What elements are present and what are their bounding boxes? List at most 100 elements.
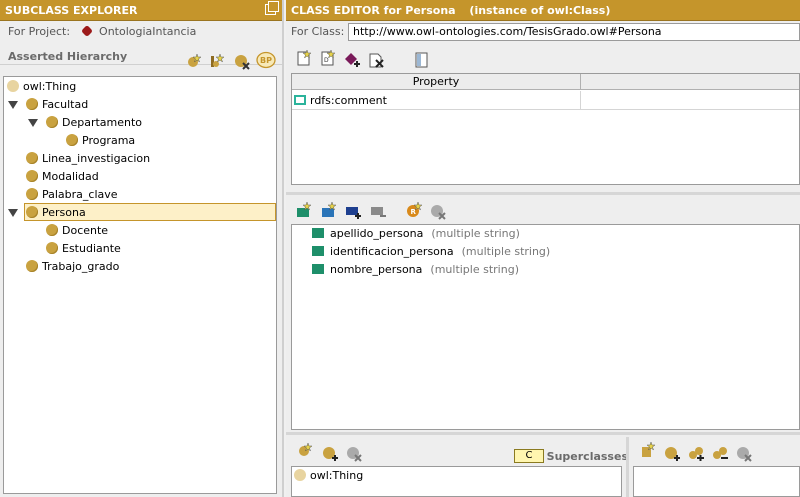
create-slot-icon[interactable] [296,202,312,218]
create-object-slot-icon[interactable] [321,202,337,218]
slot-type: (multiple string) [431,227,520,240]
tree-node-label: Persona [42,206,86,219]
add-slot-icon[interactable] [345,204,361,220]
new-datatype-annotation-icon[interactable]: D [320,50,336,66]
remove-disjoint-class-icon[interactable] [736,446,752,462]
bp-badge-text: BP [260,56,272,65]
class-editor-title: CLASS EDITOR for Persona [291,4,456,17]
class-icon [294,469,306,481]
for-class-label: For Class: [291,25,345,38]
class-editor-panel: CLASS EDITOR for Persona (instance of ow… [286,0,800,497]
restriction-icon[interactable]: R [406,202,422,218]
tree-node-label: Programa [82,134,136,147]
expand-arrow-icon[interactable] [8,101,18,109]
add-instance-icon[interactable] [344,52,360,68]
table-cell-value[interactable] [581,91,799,110]
class-icon [26,260,38,272]
view-metadata-icon[interactable] [414,52,430,68]
tree-node[interactable]: Estudiante [46,240,121,258]
tree-node-label: owl:Thing [23,80,77,93]
section-divider [286,192,800,195]
annotation-property-icon [294,95,306,105]
add-disjoint-sibling-icon[interactable] [688,446,704,462]
delete-restriction-icon[interactable] [430,204,446,220]
tree-node[interactable]: owl:Thing [7,78,76,96]
disjoint-classes-pane [630,437,800,497]
superclasses-list[interactable]: owl:Thing [291,466,622,497]
class-hierarchy-tree[interactable]: owl:Thing Facultad Departamento Programa… [3,76,277,494]
delete-annotation-icon[interactable] [368,52,384,68]
class-icon [46,224,58,236]
tree-node[interactable]: Trabajo_grado [26,258,119,276]
for-class-field[interactable]: http://www.owl-ontologies.com/TesisGrado… [348,23,800,41]
remove-disjoint-sibling-icon[interactable] [712,446,728,462]
pane-divider [626,437,629,497]
tree-node-selected[interactable]: Persona [8,203,276,221]
remove-slot-icon[interactable] [370,204,386,220]
add-superclass-icon[interactable] [297,442,313,458]
create-disjoint-class-icon[interactable] [640,442,656,458]
list-item[interactable]: apellido_persona (multiple string) [312,225,520,243]
for-class-row: For Class: http://www.owl-ontologies.com… [286,21,800,42]
class-icon [26,170,38,182]
add-disjoint-class-icon[interactable] [664,446,680,462]
tree-node[interactable]: Palabra_clave [26,186,118,204]
hierarchy-header: Asserted Hierarchy BP [0,43,282,70]
bp-icon[interactable]: BP [256,51,276,69]
tree-node-label: Estudiante [62,242,121,255]
tree-node-label: Linea_investigacion [42,152,151,165]
class-icon [26,206,38,218]
tree-node-label: Departamento [62,116,143,129]
new-annotation-icon[interactable] [296,50,312,66]
add-named-class-icon[interactable] [322,446,338,462]
expand-arrow-icon[interactable] [28,119,38,127]
property-table: Property rdfs:comment [291,73,800,185]
annotation-toolbar: D [286,48,800,72]
class-icon [66,134,78,146]
class-editor-title-bar: CLASS EDITOR for Persona (instance of ow… [286,0,800,21]
project-icon [80,24,93,38]
datatype-slot-icon [312,246,324,256]
class-icon [7,80,19,92]
subclass-explorer-title: SUBCLASS EXPLORER [5,4,138,17]
create-sibling-class-icon[interactable] [209,53,225,69]
class-icon [26,152,38,164]
superclasses-label: Superclasses [546,450,628,463]
list-item[interactable]: owl:Thing [294,467,363,485]
create-subclass-icon[interactable] [186,53,202,69]
property-column-header[interactable]: Property [292,74,581,90]
slot-type: (multiple string) [430,263,519,276]
tree-node[interactable]: Linea_investigacion [26,150,150,168]
tree-node-label: Trabajo_grado [42,260,120,273]
delete-class-icon[interactable] [234,54,250,70]
class-editor-subtitle: (instance of owl:Class) [469,4,611,17]
superclass-label: owl:Thing [310,469,364,482]
class-icon [26,98,38,110]
value-column-header[interactable] [581,74,799,90]
remove-superclass-icon[interactable] [346,446,362,462]
list-item[interactable]: nombre_persona (multiple string) [312,261,519,279]
class-icon [46,242,58,254]
class-icon [46,116,58,128]
table-row[interactable]: rdfs:comment [292,91,581,110]
slot-name: nombre_persona [330,263,423,276]
project-name: OntologiaIntancia [99,25,197,38]
tree-node[interactable]: Modalidad [26,168,99,186]
expand-arrow-icon[interactable] [8,209,18,217]
datatype-slot-icon [312,228,324,238]
disjoint-classes-list[interactable] [633,466,800,497]
subclass-explorer-title-bar: SUBCLASS EXPLORER [0,0,282,21]
tree-node[interactable]: Programa [66,132,135,150]
superclasses-pane: C Superclasses owl:Thing [291,437,628,497]
datatype-slot-icon [312,264,324,274]
tree-node[interactable]: Departamento [28,114,143,132]
tree-node-label: Modalidad [42,170,99,183]
tree-node[interactable]: Docente [46,222,108,240]
project-row: For Project: OntologiaIntancia [0,21,282,43]
class-icon [26,188,38,200]
table-cell-property: rdfs:comment [310,94,387,107]
template-slots-list[interactable]: apellido_persona (multiple string) identi… [291,224,800,430]
maximize-icon[interactable] [265,1,279,15]
tree-node[interactable]: Facultad [8,96,88,114]
list-item[interactable]: identificacion_persona (multiple string) [312,243,550,261]
